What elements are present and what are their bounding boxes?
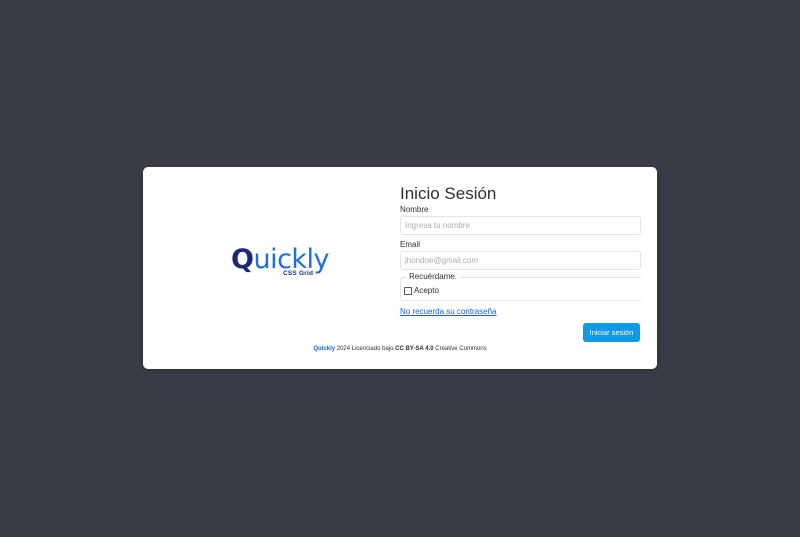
footer-year-text: 2024 Licenciado bajo: [335, 346, 396, 352]
page-background: Quickly CSS Grid Inicio Sesión Nombre Em…: [0, 0, 800, 537]
login-card: Quickly CSS Grid Inicio Sesión Nombre Em…: [143, 167, 657, 369]
accept-checkbox[interactable]: [404, 286, 412, 295]
email-input[interactable]: [400, 251, 641, 270]
name-input[interactable]: [400, 216, 641, 235]
name-label: Nombre: [400, 205, 429, 214]
footer-license[interactable]: CC BY-SA 4.0: [395, 346, 433, 352]
accept-label: Acepto: [414, 286, 439, 295]
footer-text: Quickly 2024 Licenciado bajo CC BY-SA 4.…: [143, 346, 657, 352]
login-form: Inicio Sesión Nombre Email Recuérdame. A…: [400, 183, 641, 317]
login-button[interactable]: Iniciar sesión: [583, 323, 640, 342]
logo-subtitle: CSS Grid: [283, 270, 314, 277]
remember-fieldset: Recuérdame. Acepto: [400, 272, 641, 301]
quickly-logo: Quickly CSS Grid: [231, 245, 331, 285]
email-label: Email: [400, 240, 421, 249]
form-title: Inicio Sesión: [400, 184, 497, 203]
accept-checkbox-row[interactable]: Acepto: [404, 286, 439, 295]
footer-brand[interactable]: Quickly: [313, 346, 335, 352]
forgot-password-link[interactable]: No recuerda su contraseña: [400, 307, 641, 317]
logo-q-letter: Q: [231, 244, 254, 275]
remember-legend: Recuérdame.: [407, 272, 460, 282]
footer-suffix: Creative Commons: [433, 346, 487, 352]
logo-wordmark: Quickly: [231, 244, 330, 275]
